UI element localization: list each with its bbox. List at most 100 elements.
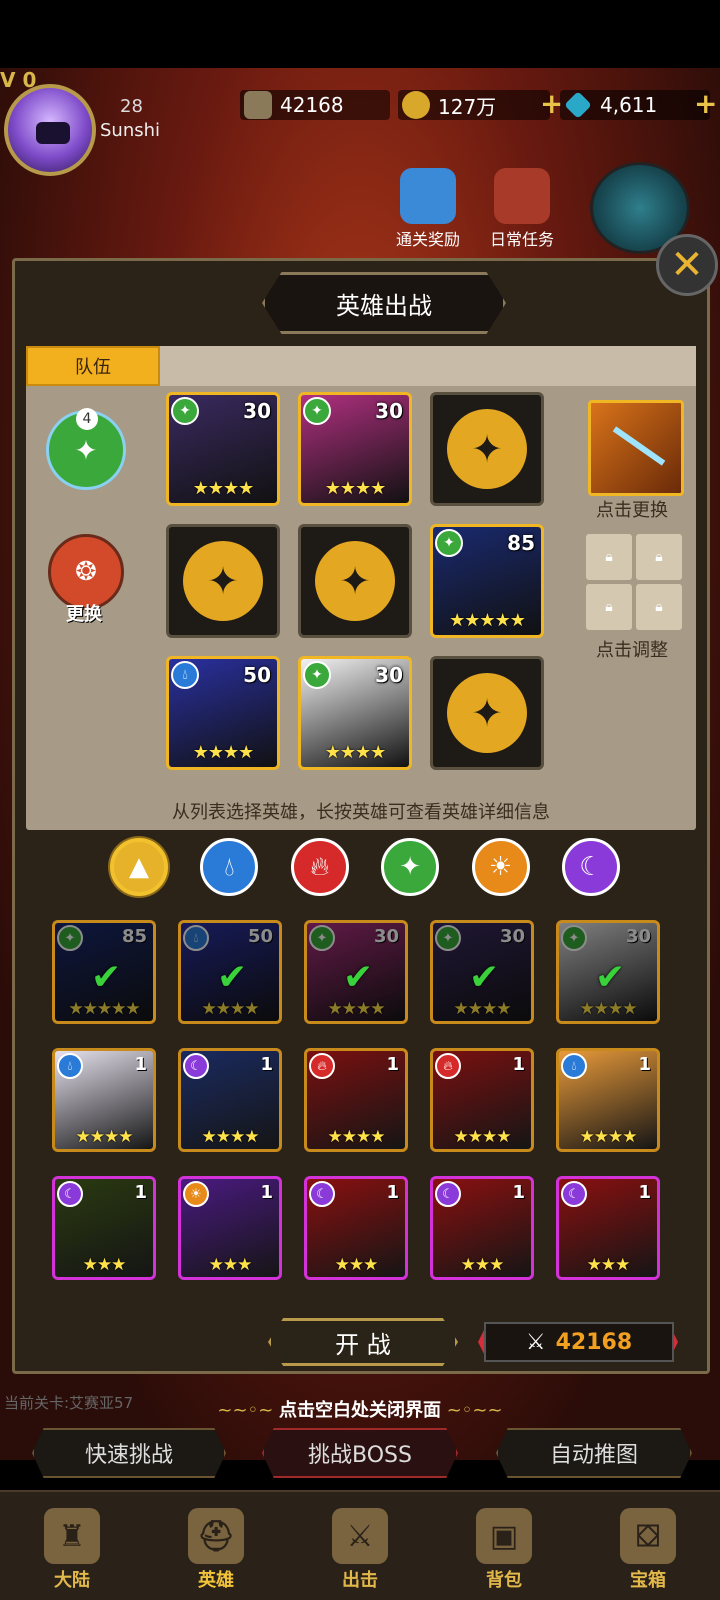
checkmark-icon: ✔ — [343, 957, 374, 998]
nav-heroes[interactable]: ⛑ 英雄 — [144, 1492, 288, 1600]
hero-level: 1 — [134, 1182, 147, 1203]
nav-attack[interactable]: ⚔ 出击 — [288, 1492, 432, 1600]
empty-team-slot[interactable] — [430, 656, 544, 770]
nav-continent[interactable]: ♜ 大陆 — [0, 1492, 144, 1600]
roster-hero-card[interactable]: ☾ 1 ★★★ — [430, 1176, 534, 1280]
hero-level: 1 — [134, 1054, 147, 1075]
nav-chest[interactable]: ⛋ 宝箱 — [576, 1492, 720, 1600]
add-gem-button[interactable]: + — [694, 90, 717, 118]
roster-hero-card[interactable]: ☀ 1 ★★★ — [178, 1176, 282, 1280]
light-element-icon: ☀ — [183, 1181, 209, 1207]
swap-label: 更换 — [66, 604, 102, 625]
hero-level: 1 — [260, 1054, 273, 1075]
nav-backpack[interactable]: ▣ 背包 — [432, 1492, 576, 1600]
empty-team-slot[interactable] — [430, 392, 544, 506]
hero-level: 30 — [375, 399, 403, 423]
clear-reward-button[interactable]: 通关奖励 — [388, 168, 468, 250]
select-hint: 从列表选择英雄，长按英雄可查看英雄详细信息 — [172, 802, 550, 823]
filter-water[interactable]: 💧︎ — [200, 838, 259, 896]
empty-team-slot[interactable] — [166, 524, 280, 638]
flame-icon: 🔥︎ — [310, 851, 330, 882]
gem-resource: 4,611 — [560, 90, 710, 120]
checkmark-icon: ✔ — [595, 957, 626, 998]
castle-icon: ♜ — [44, 1508, 100, 1564]
team-power: ⚔ 42168 — [484, 1322, 674, 1362]
auto-push-button[interactable]: 自动推图 — [496, 1428, 692, 1478]
crossed-swords-icon — [244, 91, 272, 119]
fire-element-icon: 🔥︎ — [309, 1053, 335, 1079]
wind-element-icon: ✦ — [303, 661, 331, 689]
roster-hero-card[interactable]: 💧︎ 50 ★★★★ ✔ — [178, 920, 282, 1024]
gift-icon — [400, 168, 456, 224]
roster-hero-card[interactable]: ☾ 1 ★★★ — [304, 1176, 408, 1280]
player-level: 28 — [120, 96, 143, 117]
water-element-icon: 💧︎ — [57, 1053, 83, 1079]
team-hero-slot[interactable]: 💧︎ 50 ★★★★ — [166, 656, 280, 770]
start-battle-button[interactable]: 开 战 — [268, 1318, 458, 1366]
nav-label: 大陆 — [54, 1570, 90, 1591]
hero-level: 30 — [243, 399, 271, 423]
hero-level: 1 — [386, 1054, 399, 1075]
hero-stars: ★★★ — [460, 1255, 505, 1275]
roster-hero-card[interactable]: ✦ 85 ★★★★★ ✔ — [52, 920, 156, 1024]
checkmark-icon: ✔ — [469, 957, 500, 998]
roster-hero-card[interactable]: ✦ 30 ★★★★ ✔ — [304, 920, 408, 1024]
daily-task-button[interactable]: 日常任务 — [482, 168, 562, 250]
hero-level: 1 — [386, 1182, 399, 1203]
nav-label: 背包 — [486, 1570, 522, 1591]
team-hero-slot[interactable]: ✦ 85 ★★★★★ — [430, 524, 544, 638]
hero-level: 1 — [638, 1054, 651, 1075]
roster-hero-card[interactable]: ☾ 1 ★★★ — [556, 1176, 660, 1280]
roster-hero-card[interactable]: 💧︎ 1 ★★★★ — [556, 1048, 660, 1152]
gem-value: 4,611 — [600, 93, 658, 117]
quick-challenge-button[interactable]: 快速挑战 — [32, 1428, 226, 1478]
close-panel-button[interactable]: ✕ — [656, 234, 718, 296]
roster-hero-card[interactable]: ✦ 30 ★★★★ ✔ — [430, 920, 534, 1024]
challenge-boss-button[interactable]: 挑战BOSS — [262, 1428, 458, 1478]
empty-team-slot[interactable] — [298, 524, 412, 638]
filter-light[interactable]: ☀ — [471, 838, 530, 896]
formation-swap-badge[interactable]: ❂ — [48, 534, 124, 610]
close-hint[interactable]: ~~◦~ 点击空白处关闭界面 ~◦~~ — [0, 1396, 720, 1422]
filter-dark[interactable]: ☾ — [561, 838, 620, 896]
power-resource: 42168 — [240, 90, 390, 120]
hero-stars: ★★★★ — [324, 478, 387, 499]
team-hero-slot[interactable]: ✦ 30 ★★★★ — [298, 392, 412, 506]
hero-stars: ★★★★ — [201, 1127, 260, 1147]
filter-all[interactable]: ▲ — [110, 838, 168, 896]
filter-fire[interactable]: 🔥︎ — [290, 838, 349, 896]
wind-element-icon: ✦ — [171, 397, 199, 425]
team-hero-slot[interactable]: ✦ 30 ★★★★ — [298, 656, 412, 770]
team-hero-slot[interactable]: ✦ 30 ★★★★ — [166, 392, 280, 506]
hero-stars: ★★★★ — [327, 1127, 386, 1147]
lock-icon: 🔒︎ — [586, 534, 632, 580]
hero-stars: ★★★★★ — [449, 610, 526, 631]
dark-element-icon: ☾ — [57, 1181, 83, 1207]
weapon-slot[interactable] — [588, 400, 684, 496]
power-value: 42168 — [280, 93, 344, 117]
hero-stars: ★★★★ — [453, 1127, 512, 1147]
water-element-icon: 💧︎ — [171, 661, 199, 689]
tab-team[interactable]: 队伍 — [26, 346, 160, 386]
dark-element-icon: ☾ — [309, 1181, 335, 1207]
roster-hero-card[interactable]: ✦ 30 ★★★★ ✔ — [556, 920, 660, 1024]
filter-wind[interactable]: ✦ — [381, 838, 440, 896]
roster-hero-card[interactable]: ☾ 1 ★★★★ — [178, 1048, 282, 1152]
helmet-icon: ⛑ — [188, 1508, 244, 1564]
avatar[interactable] — [4, 84, 96, 176]
roster-hero-card[interactable]: 🔥︎ 1 ★★★★ — [430, 1048, 534, 1152]
hero-stars: ★★★ — [334, 1255, 379, 1275]
rune-circle-icon: ❂ — [75, 557, 97, 587]
checkmark-icon: ✔ — [217, 957, 248, 998]
roster-hero-card[interactable]: 💧︎ 1 ★★★★ — [52, 1048, 156, 1152]
locked-slots[interactable]: 🔒︎ 🔒︎ 🔒︎ 🔒︎ — [586, 534, 682, 630]
daily-task-label: 日常任务 — [489, 230, 554, 249]
dark-element-icon: ☾ — [561, 1181, 587, 1207]
close-hint-text: 点击空白处关闭界面 — [279, 1400, 441, 1421]
player-name: Sunshi — [100, 120, 161, 141]
hero-level: 30 — [375, 663, 403, 687]
roster-hero-card[interactable]: ☾ 1 ★★★ — [52, 1176, 156, 1280]
nav-label: 英雄 — [198, 1570, 234, 1591]
gold-value: 127万 — [438, 94, 497, 119]
roster-hero-card[interactable]: 🔥︎ 1 ★★★★ — [304, 1048, 408, 1152]
